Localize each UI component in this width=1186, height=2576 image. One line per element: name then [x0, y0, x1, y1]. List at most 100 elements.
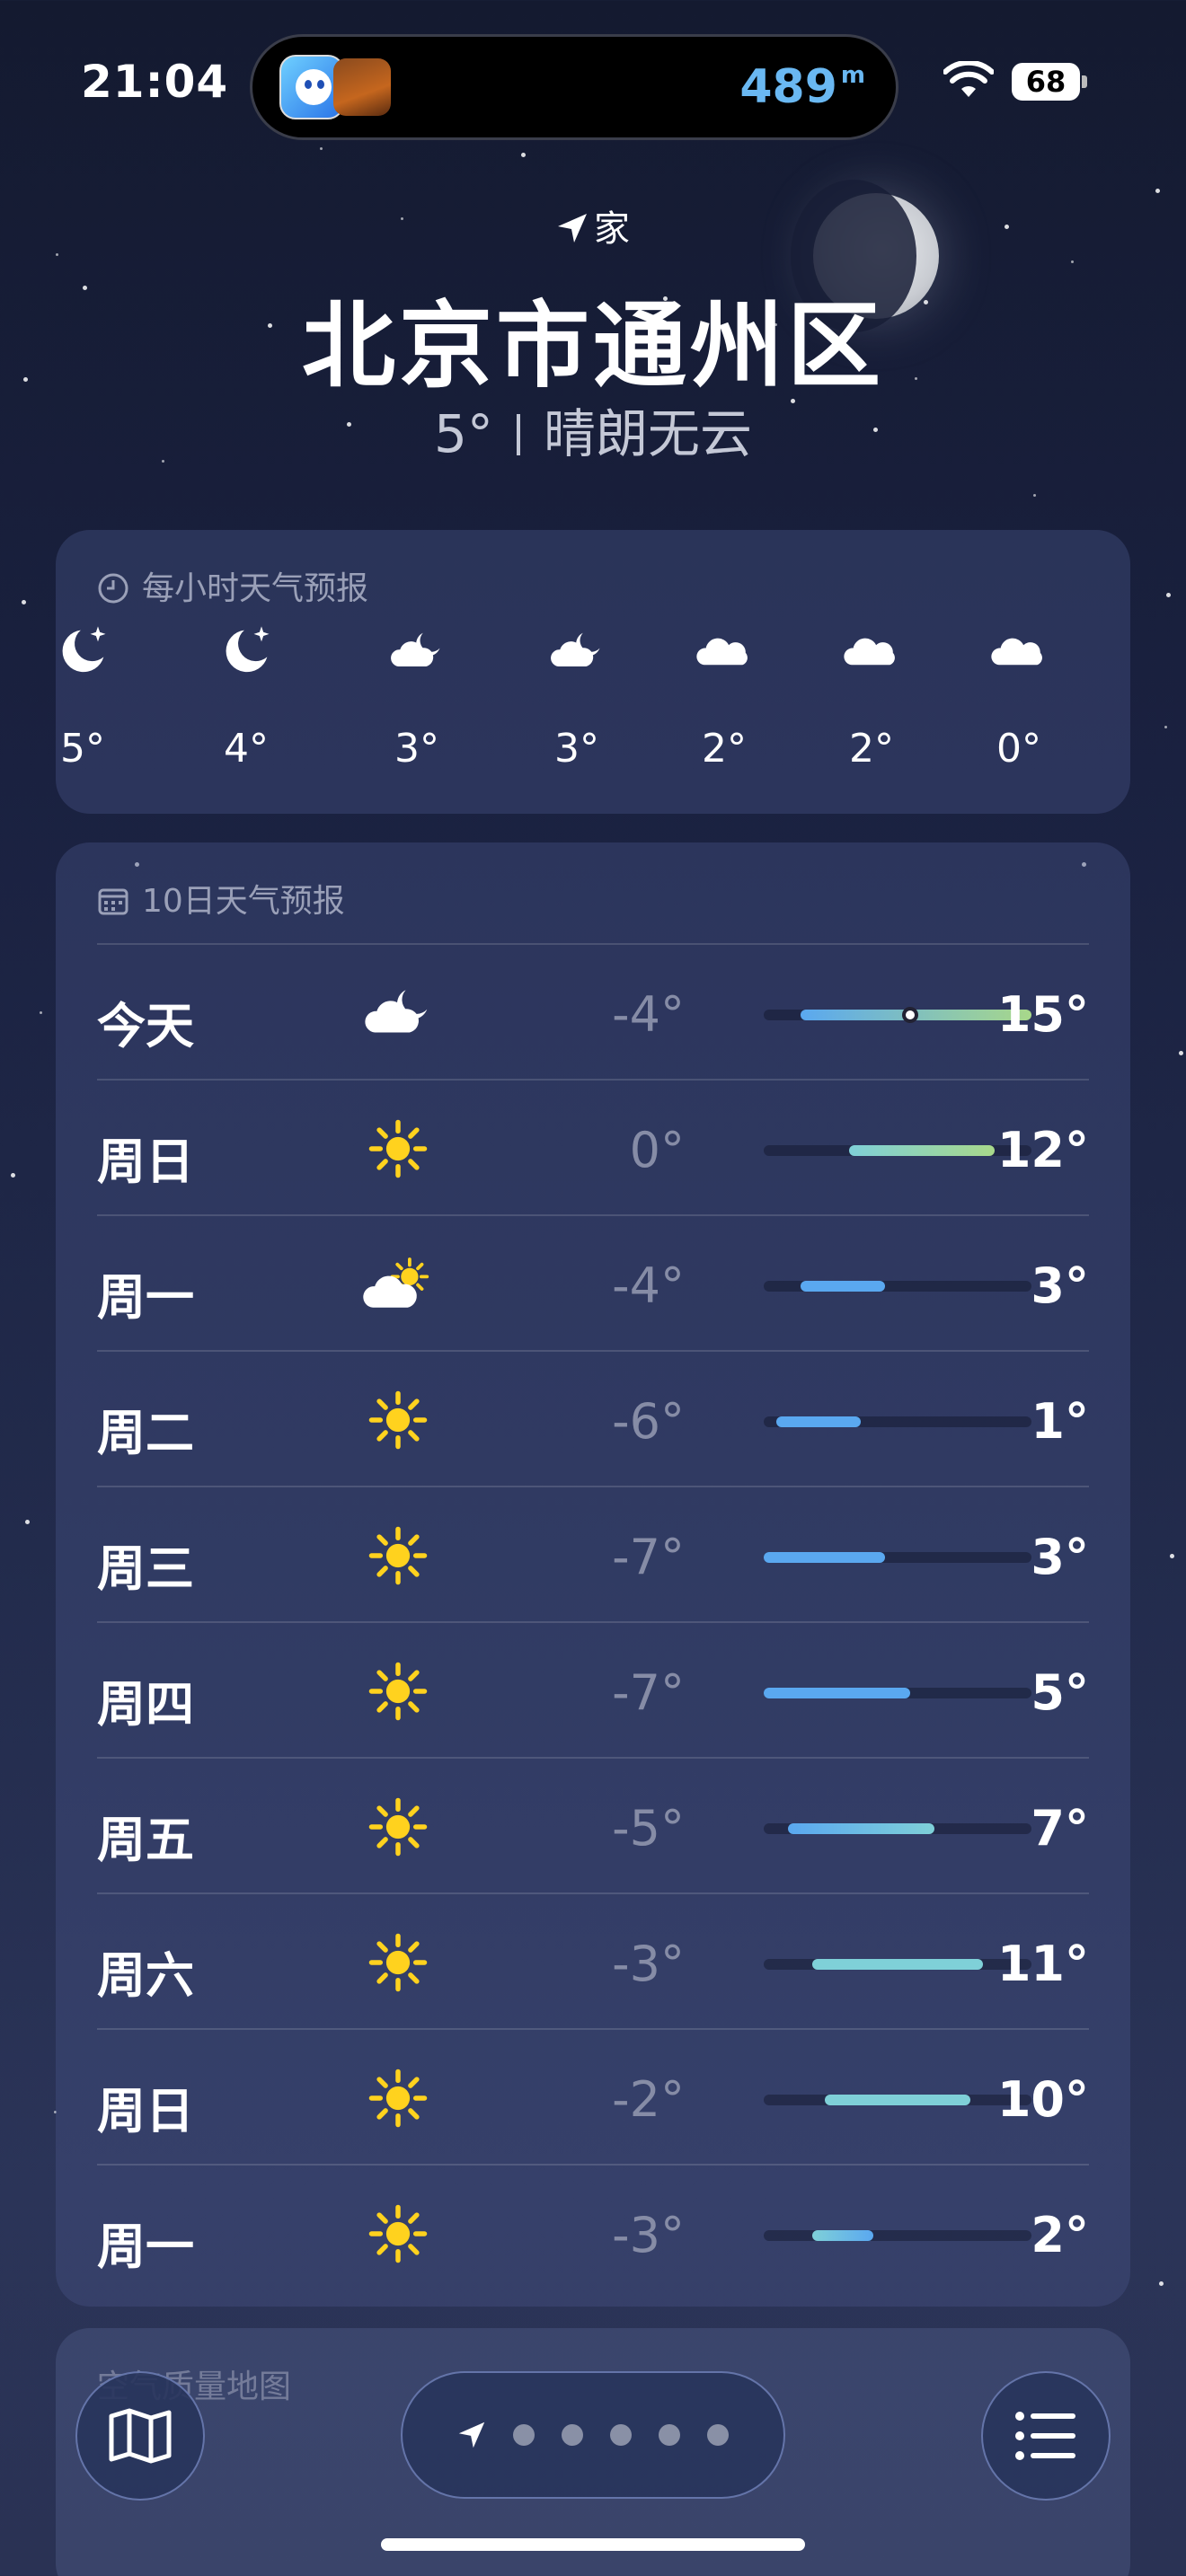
sun-icon: [358, 1654, 438, 1729]
day-name: 周日: [97, 1134, 194, 1190]
day-row[interactable]: 周四 -7° 5°: [97, 1621, 1089, 1757]
hourly-item: 5°: [29, 620, 137, 772]
list-icon: [1015, 2412, 1075, 2460]
hourly-list[interactable]: 5° 4° 3° 3° 2° 2° 0°: [56, 620, 1130, 799]
day-low-temp: -3°: [612, 1936, 685, 1992]
hourly-temp: 3°: [394, 726, 439, 772]
day-row[interactable]: 今天 -4° 15°: [97, 943, 1089, 1079]
map-button[interactable]: [75, 2371, 205, 2501]
page-dot[interactable]: [513, 2424, 535, 2446]
day-name: 周一: [97, 1269, 194, 1326]
star: [1033, 494, 1036, 497]
star: [1170, 1554, 1174, 1558]
hourly-forecast-card[interactable]: 每小时天气预报 5° 4° 3° 3° 2° 2° 0°: [56, 530, 1130, 814]
hourly-temp: 4°: [224, 726, 269, 772]
star: [1155, 189, 1160, 193]
day-high-temp: 1°: [1031, 1393, 1089, 1450]
day-high-temp: 7°: [1031, 1800, 1089, 1857]
day-high-temp: 10°: [996, 2071, 1089, 2128]
hourly-temp: 3°: [554, 726, 599, 772]
day-name: 周六: [97, 1947, 194, 2004]
location-arrow-icon: [558, 214, 587, 243]
star: [521, 153, 526, 157]
day-low-temp: -4°: [612, 986, 685, 1043]
day-row[interactable]: 周日 0° 12°: [97, 1079, 1089, 1214]
ten-day-forecast-header: 10日天气预报: [97, 875, 345, 922]
temperature-range-bar: [764, 1416, 1031, 1427]
dynamic-island[interactable]: 489 m: [250, 34, 898, 140]
star: [40, 1011, 42, 1014]
hourly-item: 2°: [670, 620, 778, 772]
ten-day-forecast-card[interactable]: 10日天气预报 今天 -4° 15° 周日 0° 12° 周一 -4° 3° 周二 -6° 1° 周三 -…: [56, 842, 1130, 2307]
day-row[interactable]: 周三 -7° 3°: [97, 1486, 1089, 1621]
day-name: 周三: [97, 1540, 194, 1597]
temperature-range-fill: [775, 1416, 862, 1427]
sun-icon: [358, 1925, 438, 2000]
star: [56, 253, 58, 256]
page-dot[interactable]: [610, 2424, 632, 2446]
temperature-range-bar: [764, 1959, 1031, 1970]
temperature-range-fill: [800, 1281, 886, 1292]
day-high-temp: 3°: [1031, 1257, 1089, 1314]
sun-icon: [358, 1518, 438, 1593]
star: [1071, 260, 1074, 263]
hourly-temp: 5°: [60, 726, 105, 772]
day-low-temp: -6°: [612, 1393, 685, 1450]
star: [22, 600, 26, 604]
day-row[interactable]: 周二 -6° 1°: [97, 1350, 1089, 1486]
day-name: 周日: [97, 2083, 194, 2139]
location-list-button[interactable]: [981, 2371, 1111, 2501]
day-high-temp: 15°: [996, 986, 1089, 1043]
live-activity-distance: 489 m: [739, 60, 865, 114]
day-low-temp: 0°: [629, 1122, 685, 1178]
temperature-range-bar: [764, 1145, 1031, 1156]
current-conditions: 5° 晴朗无云: [0, 392, 1186, 467]
temperature-range-fill: [848, 1145, 996, 1156]
cloud-icon: [965, 620, 1073, 683]
status-time: 21:04: [81, 56, 229, 108]
app-food-icon: [333, 58, 391, 116]
star: [1164, 726, 1167, 728]
day-row[interactable]: 周六 -3° 11°: [97, 1892, 1089, 2028]
hourly-item: 4°: [192, 620, 300, 772]
temperature-range-fill: [812, 1959, 983, 1970]
day-low-temp: -5°: [612, 1800, 685, 1857]
page-indicator[interactable]: [401, 2371, 785, 2499]
calendar-icon: [98, 888, 128, 915]
day-row[interactable]: 周五 -5° 7°: [97, 1757, 1089, 1892]
day-high-temp: 3°: [1031, 1529, 1089, 1585]
star: [1179, 1051, 1183, 1055]
star: [1159, 2281, 1164, 2286]
day-row[interactable]: 周日 -2° 10°: [97, 2028, 1089, 2164]
page-dot[interactable]: [707, 2424, 729, 2446]
sun-icon: [358, 1382, 438, 1458]
battery-indicator: 68: [1012, 63, 1080, 101]
day-high-temp: 11°: [996, 1936, 1089, 1992]
temperature-range-bar: [764, 2230, 1031, 2241]
current-temperature: 5°: [434, 403, 493, 464]
day-low-temp: -2°: [612, 2071, 685, 2128]
home-indicator[interactable]: [381, 2538, 805, 2551]
day-name: 周一: [97, 2219, 194, 2275]
moon-star-icon: [29, 620, 137, 683]
page-dot[interactable]: [659, 2424, 680, 2446]
day-name: 周四: [97, 1676, 194, 1733]
day-high-temp: 12°: [996, 1122, 1089, 1178]
temperature-range-bar: [764, 1552, 1031, 1563]
page-dot[interactable]: [562, 2424, 583, 2446]
live-activity-apps: [279, 55, 394, 119]
hourly-forecast-header: 每小时天气预报: [97, 562, 368, 609]
temperature-range-bar: [764, 1281, 1031, 1292]
day-row[interactable]: 周一 -4° 3°: [97, 1214, 1089, 1350]
moon-star-icon: [192, 620, 300, 683]
hourly-item: 3°: [363, 620, 471, 772]
day-row[interactable]: 周一 -3° 2°: [97, 2164, 1089, 2299]
location-label: 家: [594, 208, 630, 250]
temperature-range-bar: [764, 2095, 1031, 2105]
temperature-range-bar: [764, 1007, 1031, 1023]
day-name: 今天: [97, 998, 194, 1054]
current-location-arrow-icon: [458, 2422, 485, 2448]
hourly-item: 0°: [965, 620, 1073, 772]
star: [11, 1173, 15, 1178]
day-name: 周五: [97, 1812, 194, 1868]
